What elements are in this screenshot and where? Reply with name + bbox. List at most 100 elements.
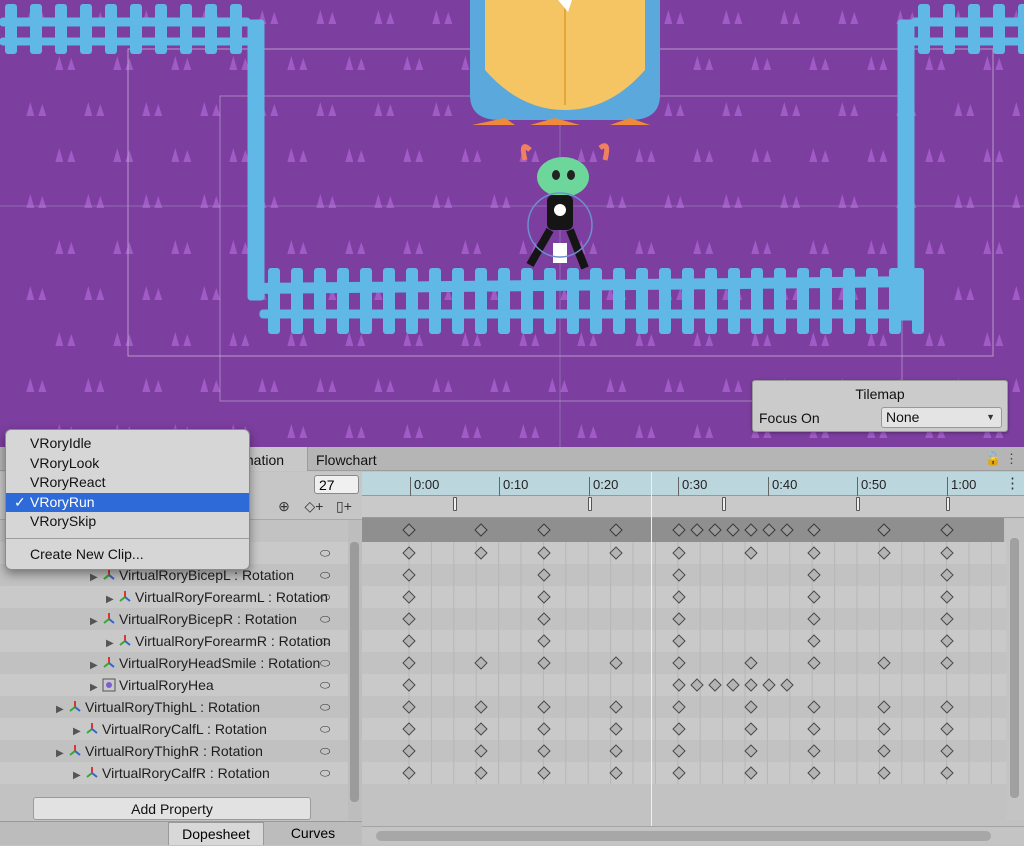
scrollbar-thumb[interactable] xyxy=(350,542,359,802)
keyframe-diamond[interactable] xyxy=(537,744,551,758)
keyframe-diamond[interactable] xyxy=(609,700,623,714)
property-row[interactable]: ▶ VirtualRoryCalfR : Rotation ⬭ xyxy=(0,762,348,784)
keyframe-diamond[interactable] xyxy=(877,523,891,537)
keyframe-diamond[interactable] xyxy=(402,678,416,692)
expand-arrow-icon[interactable]: ▶ xyxy=(90,611,102,630)
keyframe-diamond[interactable] xyxy=(537,568,551,582)
keyframe-diamond[interactable] xyxy=(672,568,686,582)
keyframe-diamond[interactable] xyxy=(690,523,704,537)
keyframe-diamond[interactable] xyxy=(609,546,623,560)
menu-item-vroryrun[interactable]: ✓ VRoryRun xyxy=(6,492,249,512)
keyframe-diamond[interactable] xyxy=(807,546,821,560)
expand-arrow-icon[interactable]: ▶ xyxy=(56,743,68,762)
animation-event-marker[interactable] xyxy=(588,497,592,511)
property-row[interactable]: ▶ VirtualRoryForearmR : Rotation ⬭ xyxy=(0,630,348,652)
dopesheet-tab[interactable]: Dopesheet xyxy=(168,822,264,845)
keyframe-diamond[interactable] xyxy=(672,612,686,626)
keyframe-row[interactable] xyxy=(362,652,1006,674)
menu-item-vroryskip[interactable]: VRorySkip xyxy=(6,512,249,532)
keyframe-diamond[interactable] xyxy=(672,634,686,648)
keyframe-diamond[interactable] xyxy=(690,678,704,692)
menu-item-vroryidle[interactable]: VRoryIdle xyxy=(6,434,249,454)
keyframe-diamond[interactable] xyxy=(672,523,686,537)
keyframe-diamond[interactable] xyxy=(762,523,776,537)
keyframe-diamond[interactable] xyxy=(744,546,758,560)
keyframe-diamond[interactable] xyxy=(940,546,954,560)
property-row[interactable]: ▶ VirtualRoryBicepR : Rotation ⬭ xyxy=(0,608,348,630)
keyframe-diamond[interactable] xyxy=(744,656,758,670)
keyframe-diamond[interactable] xyxy=(474,744,488,758)
eye-icon[interactable]: ⬭ xyxy=(320,586,330,608)
keyframe-diamond[interactable] xyxy=(762,678,776,692)
keyframe-diamond[interactable] xyxy=(402,546,416,560)
event-row[interactable] xyxy=(362,496,1024,518)
summary-keyframe-row[interactable] xyxy=(362,518,1004,542)
add-keyframe-plus-icon[interactable]: ◇+ xyxy=(300,498,328,518)
keyframe-row[interactable] xyxy=(362,718,1006,740)
eye-icon[interactable]: ⬭ xyxy=(320,630,330,652)
keyframe-diamond[interactable] xyxy=(940,766,954,780)
eye-icon[interactable]: ⬭ xyxy=(320,652,330,674)
eye-icon[interactable]: ⬭ xyxy=(320,718,330,740)
expand-arrow-icon[interactable]: ▶ xyxy=(90,677,102,696)
timeline-ruler[interactable]: 0:00 0:10 0:20 0:30 0:40 0:50 1:00 ⋮ xyxy=(362,472,1024,496)
expand-arrow-icon[interactable]: ▶ xyxy=(73,765,85,784)
keyframe-diamond[interactable] xyxy=(744,523,758,537)
keyframe-diamond[interactable] xyxy=(744,700,758,714)
keyframe-diamond[interactable] xyxy=(807,766,821,780)
keyframe-diamond[interactable] xyxy=(807,634,821,648)
keyframe-diamond[interactable] xyxy=(940,722,954,736)
keyframe-diamond[interactable] xyxy=(609,656,623,670)
keyframe-diamond[interactable] xyxy=(807,568,821,582)
keyframe-diamond[interactable] xyxy=(940,523,954,537)
keyframe-diamond[interactable] xyxy=(537,656,551,670)
keyframe-diamond[interactable] xyxy=(537,700,551,714)
keyframe-diamond[interactable] xyxy=(940,568,954,582)
keyframe-diamond[interactable] xyxy=(672,546,686,560)
keyframe-row[interactable] xyxy=(362,674,1006,696)
keyframe-diamond[interactable] xyxy=(474,523,488,537)
keyframe-diamond[interactable] xyxy=(807,722,821,736)
keyframe-diamond[interactable] xyxy=(402,590,416,604)
keyframe-diamond[interactable] xyxy=(402,766,416,780)
keyframe-diamond[interactable] xyxy=(672,678,686,692)
property-row[interactable]: ▶ VirtualRoryThighR : Rotation ⬭ xyxy=(0,740,348,762)
add-keyframe-icon[interactable]: ⊕ xyxy=(270,498,298,518)
keyframe-row[interactable] xyxy=(362,740,1006,762)
eye-icon[interactable]: ⬭ xyxy=(320,740,330,762)
keyframe-diamond[interactable] xyxy=(744,744,758,758)
expand-arrow-icon[interactable]: ▶ xyxy=(56,699,68,718)
add-event-icon[interactable]: ▯+ xyxy=(330,498,358,518)
keyframe-diamond[interactable] xyxy=(402,612,416,626)
dopesheet-scrollbar[interactable] xyxy=(1006,520,1024,820)
eye-icon[interactable]: ⬭ xyxy=(320,674,330,696)
keyframe-diamond[interactable] xyxy=(940,634,954,648)
scene-view[interactable]: Tilemap Focus On None ▼ xyxy=(0,0,1024,447)
keyframe-diamond[interactable] xyxy=(609,523,623,537)
animation-event-marker[interactable] xyxy=(856,497,860,511)
timeline-horizontal-scrollbar[interactable] xyxy=(362,826,1024,845)
keyframe-diamond[interactable] xyxy=(807,656,821,670)
keyframe-diamond[interactable] xyxy=(402,700,416,714)
property-row[interactable]: ▶ VirtualRoryThighL : Rotation ⬭ xyxy=(0,696,348,718)
eye-icon[interactable]: ⬭ xyxy=(320,696,330,718)
keyframe-diamond[interactable] xyxy=(537,722,551,736)
keyframe-diamond[interactable] xyxy=(672,700,686,714)
keyframe-diamond[interactable] xyxy=(940,744,954,758)
playhead[interactable] xyxy=(651,472,652,826)
keyframe-diamond[interactable] xyxy=(744,678,758,692)
keyframe-row[interactable] xyxy=(362,564,1006,586)
eye-icon[interactable]: ⬭ xyxy=(320,762,330,784)
eye-icon[interactable]: ⬭ xyxy=(320,542,330,564)
keyframe-diamond[interactable] xyxy=(672,766,686,780)
keyframe-diamond[interactable] xyxy=(807,523,821,537)
eye-icon[interactable]: ⬭ xyxy=(320,608,330,630)
curves-tab[interactable]: Curves xyxy=(266,822,360,845)
property-row[interactable]: ▶ VirtualRoryHeadSmile : Rotation ⬭ xyxy=(0,652,348,674)
expand-arrow-icon[interactable]: ▶ xyxy=(106,633,118,652)
property-scrollbar[interactable] xyxy=(348,520,362,820)
expand-arrow-icon[interactable]: ▶ xyxy=(90,655,102,674)
keyframe-diamond[interactable] xyxy=(474,700,488,714)
menu-item-vroryreact[interactable]: VRoryReact xyxy=(6,473,249,493)
keyframe-diamond[interactable] xyxy=(537,546,551,560)
